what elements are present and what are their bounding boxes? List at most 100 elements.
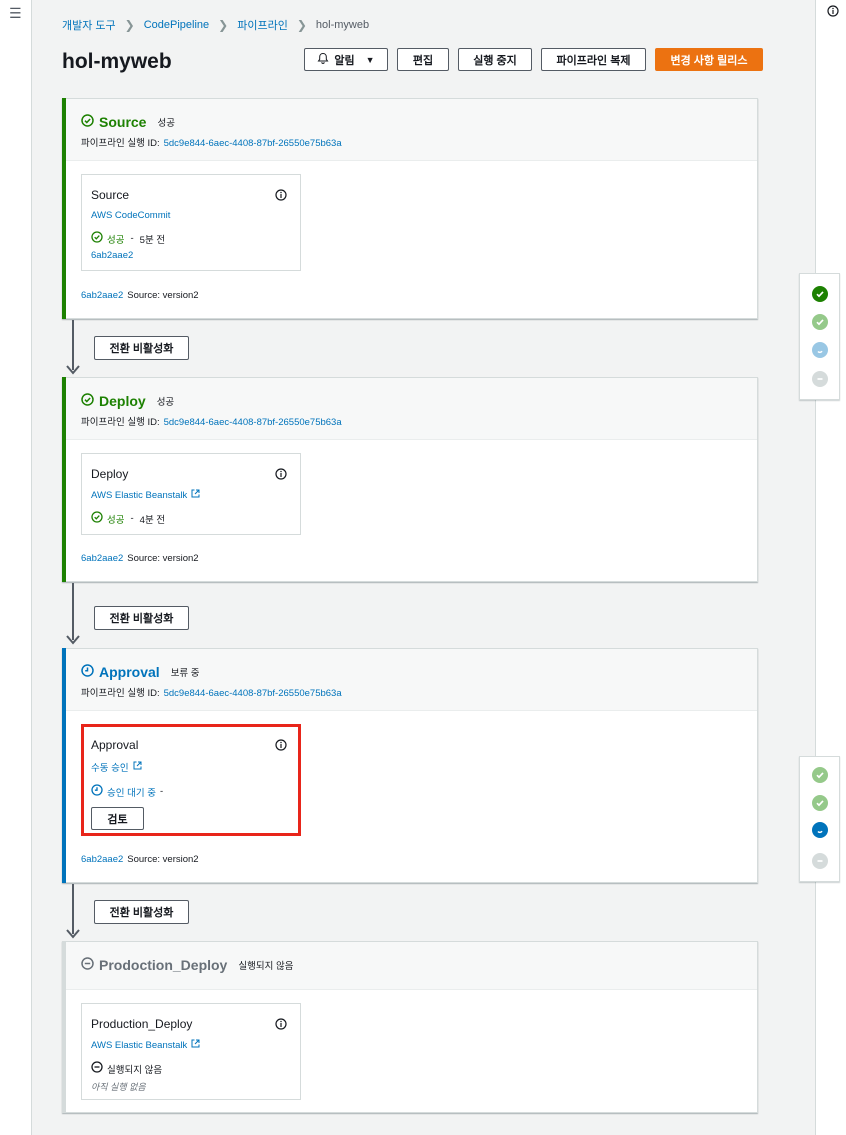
execution-id-label: 파이프라인 실행 ID: <box>81 688 160 699</box>
stage-status: 성공 <box>157 118 175 129</box>
action-time: 4분 전 <box>139 514 166 526</box>
stage-name: Deploy <box>99 393 146 409</box>
disable-transition-button[interactable]: 전환 비활성화 <box>94 606 189 630</box>
stage-revision: 6ab2aae2 Source: version2 <box>81 553 199 564</box>
stage-overview-panel <box>799 273 840 400</box>
success-icon <box>91 231 103 246</box>
breadcrumb-current: hol-myweb <box>315 19 370 31</box>
disable-transition-button[interactable]: 전환 비활성화 <box>94 336 189 360</box>
header-actions: 알림 ▼ 편집 실행 중지 파이프라인 복제 변경 사항 릴리스 <box>304 48 763 71</box>
status-separator: - <box>130 233 134 244</box>
revision-message: Source: version2 <box>127 290 199 301</box>
page-title: hol-myweb <box>62 50 172 73</box>
execution-id-label: 파이프라인 실행 ID: <box>81 417 160 428</box>
info-icon[interactable] <box>275 189 287 204</box>
review-button[interactable]: 검토 <box>91 807 144 830</box>
stage-revision: 6ab2aae2 Source: version2 <box>81 854 199 865</box>
arrow-down-icon <box>66 929 80 939</box>
action-name: Production_Deploy <box>91 1017 193 1031</box>
not-run-icon[interactable] <box>812 853 828 869</box>
action-provider-link[interactable]: AWS Elastic Beanstalk <box>91 490 187 501</box>
success-icon <box>81 114 94 130</box>
action-time: - <box>159 786 164 797</box>
execution-id-link[interactable]: 5dc9e844-6aec-4408-87bf-26550e75b63a <box>164 138 342 149</box>
action-name: Deploy <box>91 467 129 481</box>
breadcrumb-pipelines[interactable]: 파이프라인 <box>237 17 288 33</box>
success-icon[interactable] <box>812 767 828 783</box>
stage-revision: 6ab2aae2 Source: version2 <box>81 290 199 301</box>
revision-commit-link[interactable]: 6ab2aae2 <box>81 854 123 865</box>
stage-name: Prodoction_Deploy <box>99 957 228 973</box>
action-status: 성공 - 5분 전 <box>91 231 291 246</box>
notify-label: 알림 <box>334 54 355 67</box>
action-provider-link[interactable]: 수동 승인 <box>91 760 129 774</box>
execution-id-link[interactable]: 5dc9e844-6aec-4408-87bf-26550e75b63a <box>164 417 342 428</box>
not-run-icon[interactable] <box>812 371 828 387</box>
notify-button[interactable]: 알림 ▼ <box>304 48 388 71</box>
breadcrumb-developer-tools[interactable]: 개발자 도구 <box>62 17 116 33</box>
revision-message: Source: version2 <box>127 854 199 865</box>
info-icon[interactable] <box>275 739 287 754</box>
external-link-icon <box>133 761 142 773</box>
menu-icon[interactable]: ☰ <box>9 6 22 20</box>
bell-icon <box>317 52 329 67</box>
execution-id-link[interactable]: 5dc9e844-6aec-4408-87bf-26550e75b63a <box>164 688 342 699</box>
edit-button[interactable]: 편집 <box>397 48 449 71</box>
stage-body: Approval 수동 승인 승인 대기 중 - 검토 6ab2aae2 Sour… <box>63 711 757 865</box>
right-tools-rail <box>815 0 846 1135</box>
status-separator: - <box>130 513 134 524</box>
success-icon[interactable] <box>812 314 828 330</box>
action-status: 승인 대기 중 - <box>91 784 291 799</box>
revision-commit-link[interactable]: 6ab2aae2 <box>81 553 123 564</box>
revision-message: Source: version2 <box>127 553 199 564</box>
action-card-approval: Approval 수동 승인 승인 대기 중 - 검토 <box>81 724 301 836</box>
success-icon[interactable] <box>812 795 828 811</box>
action-status-text: 성공 <box>107 234 125 246</box>
action-status-text: 실행되지 않음 <box>107 1064 163 1076</box>
chevron-right-icon: ❯ <box>124 18 135 32</box>
success-icon <box>81 393 94 409</box>
main-content: 개발자 도구 ❯ CodePipeline ❯ 파이프라인 ❯ hol-mywe… <box>32 0 840 1135</box>
clock-icon <box>91 784 103 799</box>
info-icon[interactable] <box>275 468 287 483</box>
in-progress-icon[interactable] <box>812 822 828 838</box>
success-icon[interactable] <box>812 286 828 302</box>
action-card-production-deploy: Production_Deploy AWS Elastic Beanstalk … <box>81 1003 301 1100</box>
action-status: 성공 - 4분 전 <box>91 511 291 526</box>
action-name: Source <box>91 188 130 202</box>
action-card-source: Source AWS CodeCommit 성공 - 5분 전 6ab2aae2 <box>81 174 301 271</box>
stage-deploy: Deploy 성공 파이프라인 실행 ID: 5dc9e844-6aec-4408… <box>62 377 758 582</box>
action-status-text: 승인 대기 중 <box>107 787 156 799</box>
not-run-icon <box>81 957 94 973</box>
disable-transition-button[interactable]: 전환 비활성화 <box>94 900 189 924</box>
clone-pipeline-button[interactable]: 파이프라인 복제 <box>541 48 646 71</box>
revision-commit-link[interactable]: 6ab2aae2 <box>81 290 123 301</box>
stage-overview-panel <box>799 756 840 882</box>
info-icon[interactable] <box>827 5 839 20</box>
success-icon <box>91 511 103 526</box>
stage-status: 보류 중 <box>170 668 200 679</box>
no-executions-note: 아직 실행 없음 <box>91 1082 146 1092</box>
stage-connector <box>72 320 74 370</box>
stop-execution-button[interactable]: 실행 중지 <box>458 48 532 71</box>
stage-header: Prodoction_Deploy 실행되지 않음 <box>63 942 757 990</box>
execution-id-label: 파이프라인 실행 ID: <box>81 138 160 149</box>
stage-body: Deploy AWS Elastic Beanstalk 성공 - 4분 전 6… <box>63 440 757 564</box>
in-progress-icon[interactable] <box>812 342 828 358</box>
stage-name: Source <box>99 114 147 130</box>
breadcrumb-codepipeline[interactable]: CodePipeline <box>144 19 209 31</box>
stage-status: 실행되지 않음 <box>238 961 294 972</box>
action-time: 5분 전 <box>139 234 166 246</box>
stage-connector <box>72 884 74 934</box>
action-provider-link[interactable]: AWS CodeCommit <box>91 210 170 221</box>
stage-status: 성공 <box>156 397 175 408</box>
action-provider-link[interactable]: AWS Elastic Beanstalk <box>91 1040 187 1051</box>
stage-source: Source 성공 파이프라인 실행 ID: 5dc9e844-6aec-4408… <box>62 98 758 319</box>
breadcrumb: 개발자 도구 ❯ CodePipeline ❯ 파이프라인 ❯ hol-mywe… <box>62 17 369 33</box>
left-nav-rail: ☰ <box>0 0 32 1135</box>
external-link-icon <box>191 489 200 501</box>
info-icon[interactable] <box>275 1018 287 1033</box>
arrow-down-icon <box>66 635 80 645</box>
release-change-button[interactable]: 변경 사항 릴리스 <box>655 48 763 71</box>
commit-link[interactable]: 6ab2aae2 <box>91 250 133 261</box>
